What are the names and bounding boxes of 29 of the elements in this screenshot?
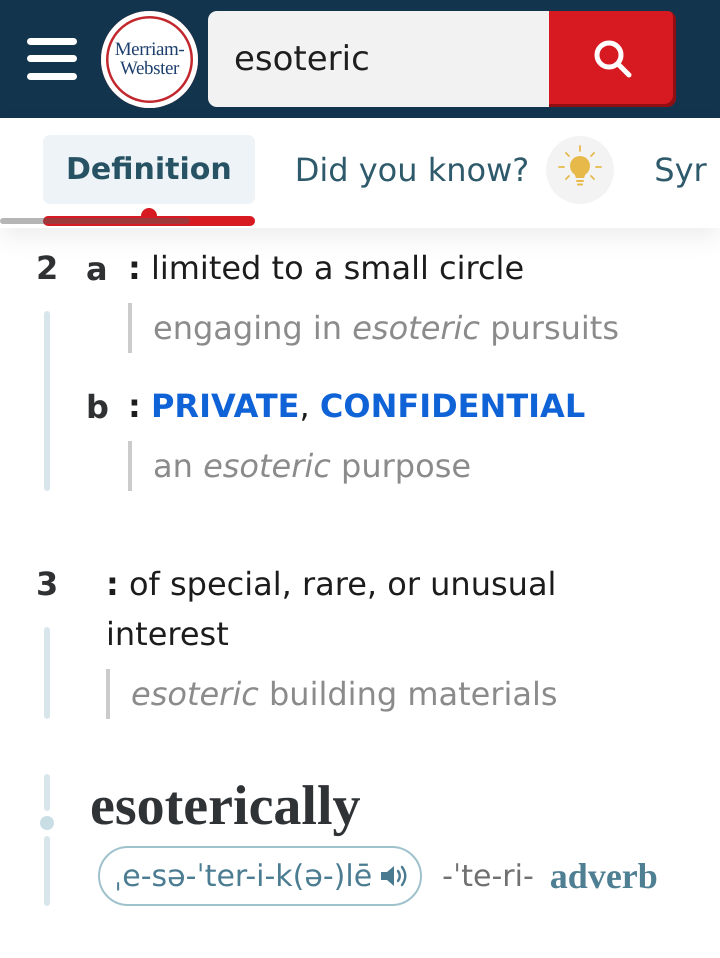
example-sentence: engaging in esoteric pursuits xyxy=(128,303,619,353)
definition-text: : of special, rare, or unusual interest xyxy=(106,564,558,655)
subsense-letter: b xyxy=(86,387,109,428)
logo-text: Merriam- Webster xyxy=(114,40,184,78)
pronunciation-button[interactable]: ˌe-sə-ˈter-i-k(ə-)lē xyxy=(98,846,422,906)
run-on-headword: esoterically xyxy=(90,774,361,838)
subsense-letter: a xyxy=(86,249,108,290)
cross-reference-link[interactable]: CONFIDENTIAL xyxy=(320,387,586,425)
example-sentence: an esoteric purpose xyxy=(128,441,472,491)
timeline-line xyxy=(44,836,50,906)
sense-number: 3 xyxy=(36,564,58,605)
search-icon xyxy=(594,40,632,78)
logo[interactable]: Merriam- Webster xyxy=(101,10,198,108)
timeline-dot xyxy=(40,816,54,830)
definition-text: : PRIVATE, CONFIDENTIAL xyxy=(128,386,586,427)
sense-number: 2 xyxy=(36,248,58,289)
search-field[interactable]: esoteric xyxy=(208,11,549,107)
example-sentence: esoteric building materials xyxy=(106,669,558,719)
timeline-line xyxy=(44,774,50,811)
menu-icon[interactable] xyxy=(27,38,77,80)
section-tab[interactable]: Definition xyxy=(43,135,255,204)
section-tab[interactable]: Syr xyxy=(654,135,707,204)
cross-reference-link[interactable]: PRIVATE xyxy=(150,387,300,425)
search-button[interactable] xyxy=(549,11,676,107)
pronunciation-variant: -ˈte-ri- xyxy=(442,858,534,894)
part-of-speech: adverb xyxy=(550,855,658,897)
section-tab[interactable]: Did you know? xyxy=(294,135,614,204)
lightbulb-icon xyxy=(546,136,614,204)
definition-text: : limited to a small circle xyxy=(128,248,524,289)
